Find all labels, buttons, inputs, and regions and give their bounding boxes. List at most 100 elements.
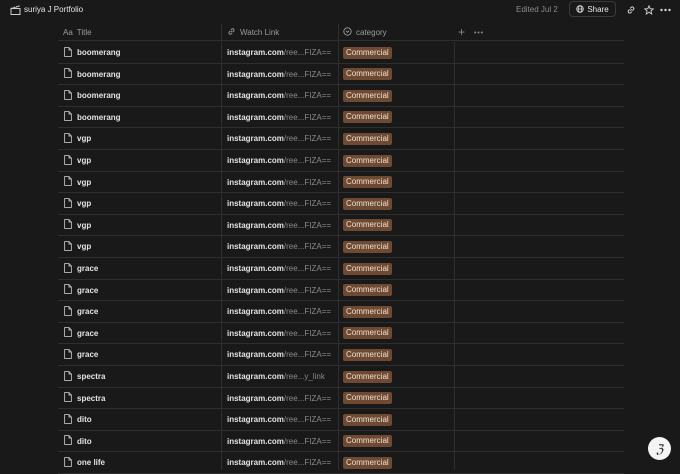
row-title-cell[interactable]: vgp [64, 128, 91, 149]
table-row[interactable]: one life instagram.com/ree...FIZA== Commer… [58, 452, 624, 474]
add-column-icon[interactable]: + [458, 24, 465, 40]
watch-link-cell[interactable]: instagram.com/ree...FIZA== [227, 409, 331, 430]
row-title-cell[interactable]: boomerang [64, 85, 121, 106]
link-path[interactable]: /ree...FIZA== [284, 329, 331, 338]
table-row[interactable]: vgp instagram.com/ree...FIZA== Commercial [58, 128, 624, 150]
column-header-watch-link[interactable]: Watch Link [227, 24, 279, 40]
table-row[interactable]: boomerang instagram.com/ree...FIZA== Comme… [58, 64, 624, 86]
watch-link-cell[interactable]: instagram.com/ree...FIZA== [227, 128, 331, 149]
table-row[interactable]: dito instagram.com/ree...FIZA== Commercial [58, 431, 624, 453]
category-cell[interactable]: Commercial [343, 107, 392, 128]
category-cell[interactable]: Commercial [343, 150, 392, 171]
link-domain[interactable]: instagram.com [227, 264, 284, 273]
category-cell[interactable]: Commercial [343, 280, 392, 301]
category-cell[interactable]: Commercial [343, 236, 392, 257]
row-title-cell[interactable]: vgp [64, 236, 91, 257]
watch-link-cell[interactable]: instagram.com/ree...FIZA== [227, 452, 331, 473]
table-row[interactable]: boomerang instagram.com/ree...FIZA== Comme… [58, 42, 624, 64]
row-title-cell[interactable]: grace [64, 280, 98, 301]
link-path[interactable]: /ree...FIZA== [284, 91, 331, 100]
table-row[interactable]: spectra instagram.com/ree...y_link Commerc… [58, 366, 624, 388]
table-row[interactable]: grace instagram.com/ree...FIZA== Commercia… [58, 344, 624, 366]
page-title[interactable]: suriya J Portfolio [24, 4, 83, 15]
link-path[interactable]: /ree...FIZA== [284, 156, 331, 165]
watch-link-cell[interactable]: instagram.com/ree...FIZA== [227, 301, 331, 322]
table-row[interactable]: grace instagram.com/ree...FIZA== Commercia… [58, 258, 624, 280]
watch-link-cell[interactable]: instagram.com/ree...FIZA== [227, 172, 331, 193]
link-domain[interactable]: instagram.com [227, 113, 284, 122]
category-cell[interactable]: Commercial [343, 388, 392, 409]
link-domain[interactable]: instagram.com [227, 286, 284, 295]
watch-link-cell[interactable]: instagram.com/ree...FIZA== [227, 280, 331, 301]
watch-link-cell[interactable]: instagram.com/ree...FIZA== [227, 107, 331, 128]
watch-link-cell[interactable]: instagram.com/ree...FIZA== [227, 150, 331, 171]
link-domain[interactable]: instagram.com [227, 199, 284, 208]
row-title-cell[interactable]: vgp [64, 215, 91, 236]
watch-link-cell[interactable]: instagram.com/ree...FIZA== [227, 85, 331, 106]
link-path[interactable]: /ree...FIZA== [284, 199, 331, 208]
link-domain[interactable]: instagram.com [227, 242, 284, 251]
link-domain[interactable]: instagram.com [227, 70, 284, 79]
table-row[interactable]: vgp instagram.com/ree...FIZA== Commercial [58, 193, 624, 215]
link-path[interactable]: /ree...FIZA== [284, 134, 331, 143]
category-cell[interactable]: Commercial [343, 85, 392, 106]
link-path[interactable]: /ree...FIZA== [284, 437, 331, 446]
link-domain[interactable]: instagram.com [227, 178, 284, 187]
row-title-cell[interactable]: grace [64, 301, 98, 322]
row-title-cell[interactable]: spectra [64, 366, 105, 387]
row-title-cell[interactable]: dito [64, 409, 92, 430]
link-domain[interactable]: instagram.com [227, 91, 284, 100]
row-title-cell[interactable]: grace [64, 258, 98, 279]
link-domain[interactable]: instagram.com [227, 156, 284, 165]
watch-link-cell[interactable]: instagram.com/ree...FIZA== [227, 215, 331, 236]
link-path[interactable]: /ree...FIZA== [284, 48, 331, 57]
link-domain[interactable]: instagram.com [227, 350, 284, 359]
table-row[interactable]: vgp instagram.com/ree...FIZA== Commercial [58, 150, 624, 172]
row-title-cell[interactable]: boomerang [64, 42, 121, 63]
watch-link-cell[interactable]: instagram.com/ree...y_link [227, 366, 325, 387]
watch-link-cell[interactable]: instagram.com/ree...FIZA== [227, 64, 331, 85]
watch-link-cell[interactable]: instagram.com/ree...FIZA== [227, 42, 331, 63]
watch-link-cell[interactable]: instagram.com/ree...FIZA== [227, 236, 331, 257]
link-domain[interactable]: instagram.com [227, 458, 284, 467]
watch-link-cell[interactable]: instagram.com/ree...FIZA== [227, 431, 331, 452]
category-cell[interactable]: Commercial [343, 193, 392, 214]
row-title-cell[interactable]: grace [64, 344, 98, 365]
row-title-cell[interactable]: vgp [64, 150, 91, 171]
row-title-cell[interactable]: boomerang [64, 107, 121, 128]
help-button[interactable]: ℨ [648, 437, 671, 460]
link-domain[interactable]: instagram.com [227, 134, 284, 143]
category-cell[interactable]: Commercial [343, 409, 392, 430]
link-path[interactable]: /ree...FIZA== [284, 394, 331, 403]
row-title-cell[interactable]: dito [64, 431, 92, 452]
link-domain[interactable]: instagram.com [227, 307, 284, 316]
table-row[interactable]: grace instagram.com/ree...FIZA== Commercia… [58, 280, 624, 302]
link-domain[interactable]: instagram.com [227, 221, 284, 230]
link-domain[interactable]: instagram.com [227, 372, 284, 381]
watch-link-cell[interactable]: instagram.com/ree...FIZA== [227, 193, 331, 214]
watch-link-cell[interactable]: instagram.com/ree...FIZA== [227, 258, 331, 279]
link-domain[interactable]: instagram.com [227, 48, 284, 57]
more-icon[interactable] [474, 24, 483, 40]
row-title-cell[interactable]: one life [64, 452, 105, 473]
category-cell[interactable]: Commercial [343, 452, 392, 473]
link-path[interactable]: /ree...FIZA== [284, 178, 331, 187]
link-path[interactable]: /ree...FIZA== [284, 242, 331, 251]
star-icon[interactable] [643, 4, 654, 15]
table-row[interactable]: boomerang instagram.com/ree...FIZA== Comme… [58, 107, 624, 129]
watch-link-cell[interactable]: instagram.com/ree...FIZA== [227, 344, 331, 365]
table-row[interactable]: vgp instagram.com/ree...FIZA== Commercial [58, 215, 624, 237]
more-icon[interactable] [660, 4, 671, 15]
link-path[interactable]: /ree...y_link [284, 372, 325, 381]
link-path[interactable]: /ree...FIZA== [284, 286, 331, 295]
watch-link-cell[interactable]: instagram.com/ree...FIZA== [227, 323, 331, 344]
category-cell[interactable]: Commercial [343, 64, 392, 85]
table-row[interactable]: boomerang instagram.com/ree...FIZA== Comme… [58, 85, 624, 107]
link-domain[interactable]: instagram.com [227, 415, 284, 424]
link-icon[interactable] [625, 4, 636, 15]
category-cell[interactable]: Commercial [343, 366, 392, 387]
category-cell[interactable]: Commercial [343, 172, 392, 193]
link-path[interactable]: /ree...FIZA== [284, 221, 331, 230]
link-path[interactable]: /ree...FIZA== [284, 307, 331, 316]
column-header-title[interactable]: Aa Title [63, 24, 92, 40]
